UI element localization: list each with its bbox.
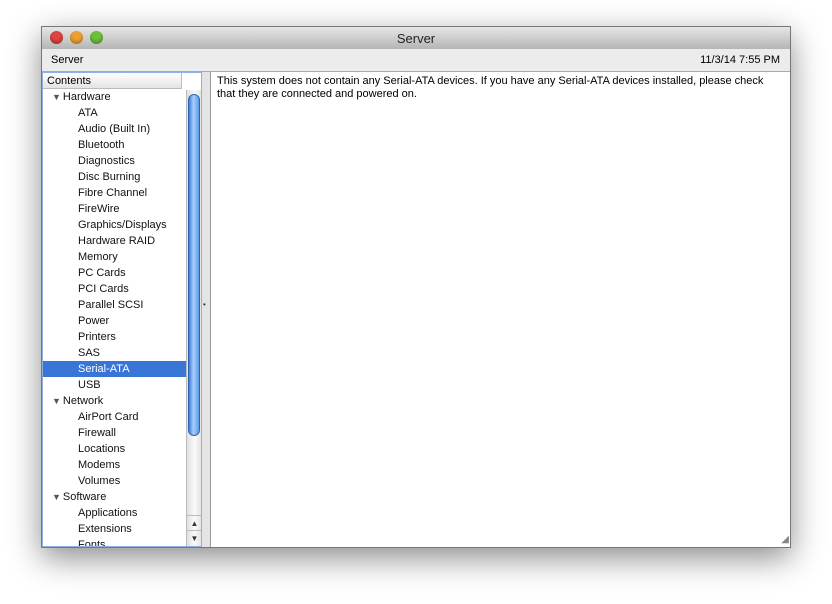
sidebar-item-hardware-raid[interactable]: Hardware RAID	[43, 233, 201, 249]
sidebar-item-airport-card[interactable]: AirPort Card	[43, 409, 201, 425]
info-bar: Server 11/3/14 7:55 PM	[42, 49, 790, 72]
scroll-down-arrow-icon[interactable]: ▼	[187, 530, 201, 546]
sidebar-group-label: Network	[62, 395, 104, 407]
sidebar-item-applications[interactable]: Applications	[43, 505, 201, 521]
sidebar-item-locations[interactable]: Locations	[43, 441, 201, 457]
sidebar-group-network[interactable]: ▼ Network	[43, 393, 194, 409]
server-window: Server Server 11/3/14 7:55 PM Contents ▼…	[41, 26, 791, 548]
computer-name: Server	[51, 54, 84, 66]
contents-tree: ▼ Hardware ATA Audio (Built In) Bluetooth Dia…	[43, 89, 201, 546]
sidebar-item-modems[interactable]: Modems	[43, 457, 201, 473]
contents-sidebar: Contents ▼ Hardware ATA Audio (Built In) Blu…	[42, 72, 202, 547]
sidebar-item-usb[interactable]: USB	[43, 377, 201, 393]
sidebar-item-graphics-displays[interactable]: Graphics/Displays	[43, 217, 201, 233]
sidebar-item-bluetooth[interactable]: Bluetooth	[43, 137, 201, 153]
sidebar-item-printers[interactable]: Printers	[43, 329, 201, 345]
title-bar[interactable]: Server	[42, 27, 790, 50]
split-view-divider[interactable]: •	[202, 72, 210, 547]
detail-pane: This system does not contain any Serial-…	[210, 72, 790, 547]
sidebar-scrollbar[interactable]: ▲ ▼	[186, 90, 201, 546]
disclosure-triangle-icon[interactable]: ▼	[52, 92, 61, 102]
contents-header[interactable]: Contents	[43, 73, 182, 89]
no-devices-message: This system does not contain any Serial-…	[217, 75, 764, 100]
sidebar-group-label: Software	[62, 491, 107, 503]
disclosure-triangle-icon[interactable]: ▼	[52, 396, 61, 406]
sidebar-item-diagnostics[interactable]: Diagnostics	[43, 153, 201, 169]
disclosure-triangle-icon[interactable]: ▼	[52, 492, 61, 502]
window-title: Server	[396, 31, 436, 46]
resize-grip-icon[interactable]: ◢	[781, 533, 789, 546]
sidebar-item-ata[interactable]: ATA	[43, 105, 201, 121]
sidebar-item-fonts[interactable]: Fonts	[43, 537, 201, 546]
sidebar-item-firewire[interactable]: FireWire	[43, 201, 201, 217]
sidebar-item-parallel-scsi[interactable]: Parallel SCSI	[43, 297, 201, 313]
sidebar-item-pci-cards[interactable]: PCI Cards	[43, 281, 201, 297]
scrollbar-thumb[interactable]	[188, 94, 200, 436]
sidebar-group-hardware[interactable]: ▼ Hardware	[43, 89, 194, 105]
sidebar-item-firewall[interactable]: Firewall	[43, 425, 201, 441]
divider-handle-icon[interactable]: •	[203, 300, 206, 309]
sidebar-item-volumes[interactable]: Volumes	[43, 473, 201, 489]
sidebar-item-fibre-channel[interactable]: Fibre Channel	[43, 185, 201, 201]
timestamp: 11/3/14 7:55 PM	[700, 54, 780, 66]
scroll-up-arrow-icon[interactable]: ▲	[187, 515, 201, 531]
sidebar-item-audio-built-in-[interactable]: Audio (Built In)	[43, 121, 201, 137]
sidebar-group-label: Hardware	[62, 91, 111, 103]
sidebar-item-serial-ata[interactable]: Serial-ATA	[43, 361, 201, 377]
sidebar-item-memory[interactable]: Memory	[43, 249, 201, 265]
sidebar-group-software[interactable]: ▼ Software	[43, 489, 194, 505]
sidebar-item-power[interactable]: Power	[43, 313, 201, 329]
sidebar-item-extensions[interactable]: Extensions	[43, 521, 201, 537]
sidebar-item-disc-burning[interactable]: Disc Burning	[43, 169, 201, 185]
sidebar-item-pc-cards[interactable]: PC Cards	[43, 265, 201, 281]
sidebar-item-sas[interactable]: SAS	[43, 345, 201, 361]
